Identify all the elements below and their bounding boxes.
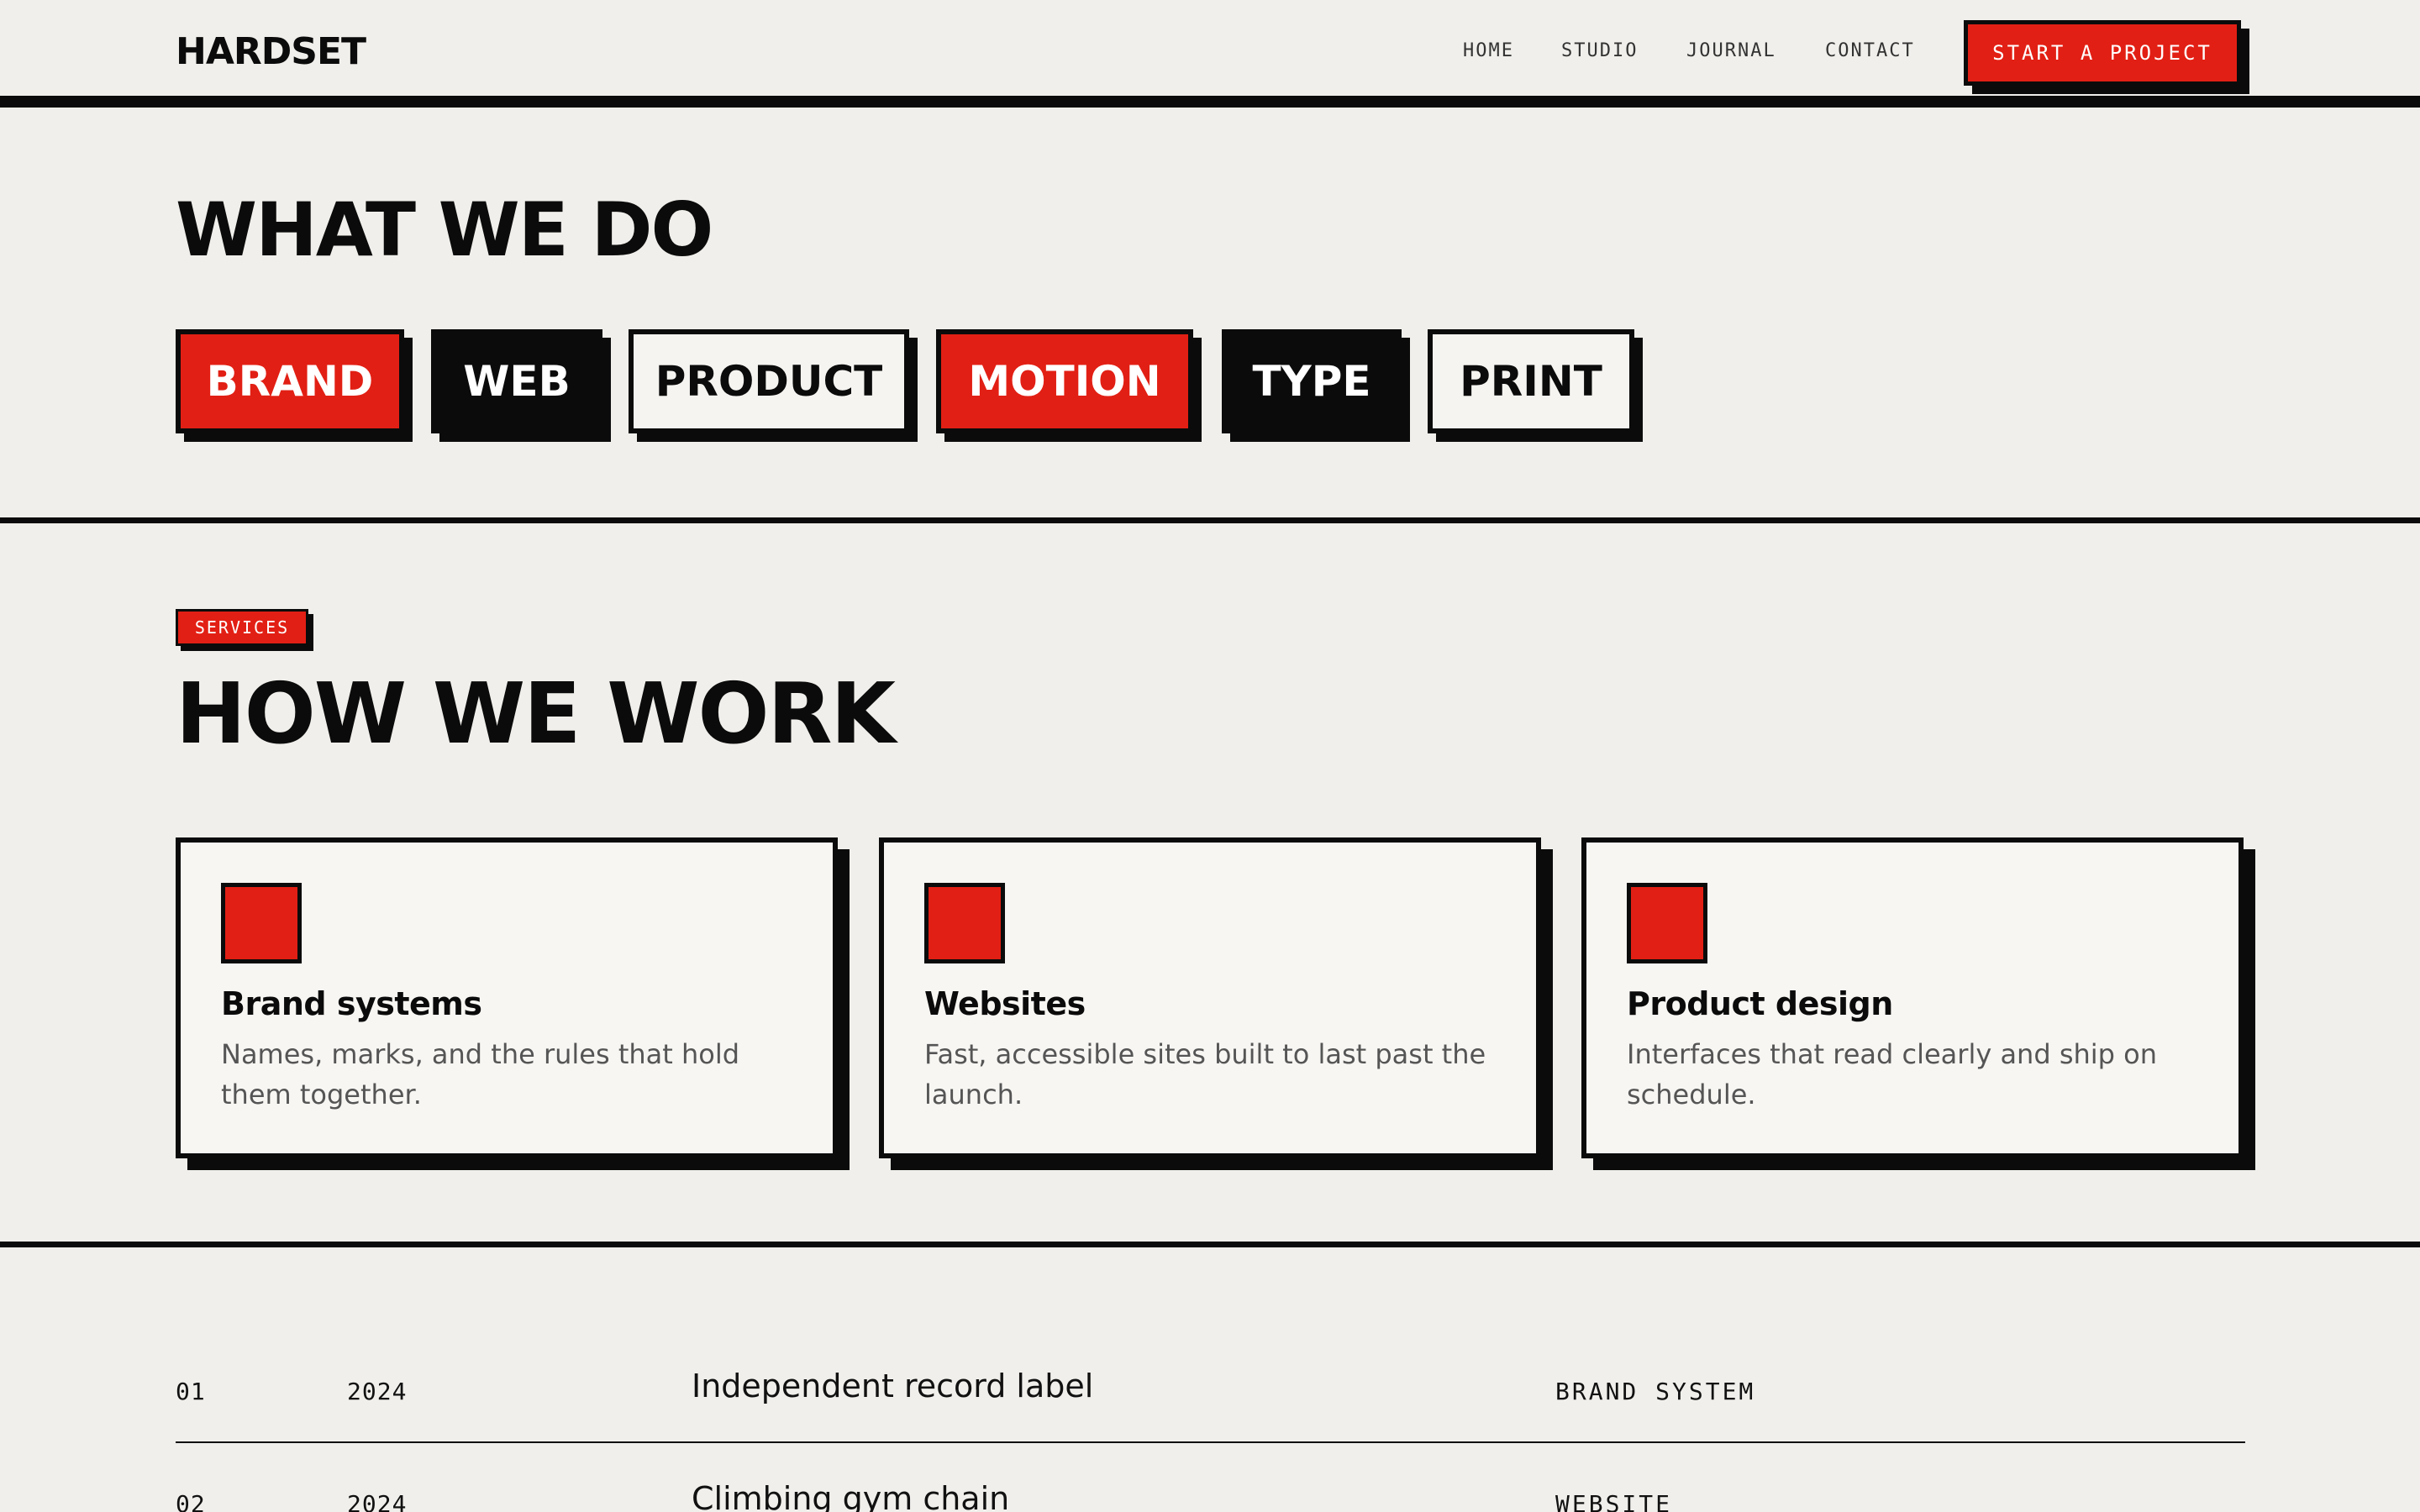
service-card-product[interactable]: Product design Interfaces that read clea…: [1581, 837, 2244, 1158]
card-description: Interfaces that read clearly and ship on…: [1627, 1038, 2157, 1110]
nav-journal[interactable]: JOURNAL: [1686, 40, 1776, 61]
card-title: Product design: [1627, 985, 1893, 1022]
service-card-brand[interactable]: Brand systems Names, marks, and the rule…: [176, 837, 838, 1158]
chip-web[interactable]: WEB: [431, 329, 602, 433]
card-description: Fast, accessible sites built to last pas…: [924, 1038, 1486, 1110]
chip-brand[interactable]: BRAND: [176, 329, 404, 433]
project-number: 02: [176, 1490, 206, 1512]
project-name: Independent record label: [692, 1368, 1094, 1404]
start-project-button[interactable]: START A PROJECT: [1964, 20, 2241, 86]
project-type: WEBSITE: [1555, 1490, 1673, 1512]
project-type: BRAND SYSTEM: [1555, 1378, 1756, 1405]
card-title: Brand systems: [221, 985, 482, 1022]
services-tag: SERVICES: [176, 609, 308, 646]
square-icon: [221, 883, 302, 963]
project-number: 01: [176, 1378, 206, 1405]
chip-product[interactable]: PRODUCT: [629, 329, 909, 433]
services-section: SERVICES HOW WE WORK Brand systems Names…: [0, 523, 2420, 1247]
nav-studio[interactable]: STUDIO: [1561, 40, 1638, 61]
what-we-do-title: WHAT WE DO: [176, 186, 713, 273]
project-name: Climbing gym chain: [692, 1480, 1010, 1512]
project-year: 2024: [347, 1378, 408, 1405]
chip-motion[interactable]: MOTION: [936, 329, 1193, 433]
nav-contact[interactable]: CONTACT: [1825, 40, 1915, 61]
chip-type[interactable]: TYPE: [1222, 329, 1402, 433]
square-icon: [924, 883, 1005, 963]
project-row[interactable]: 01 2024 Independent record label BRAND S…: [176, 1331, 2245, 1443]
card-description: Names, marks, and the rules that hold th…: [221, 1038, 740, 1110]
what-we-do-section: WHAT WE DO BRAND WEB PRODUCT MOTION TYPE…: [0, 119, 2420, 523]
card-title: Websites: [924, 985, 1086, 1022]
service-card-websites[interactable]: Websites Fast, accessible sites built to…: [879, 837, 1541, 1158]
project-year: 2024: [347, 1490, 408, 1512]
nav-home[interactable]: HOME: [1463, 40, 1514, 61]
square-icon: [1627, 883, 1707, 963]
chip-print[interactable]: PRINT: [1428, 329, 1634, 433]
site-header: HARDSET HOME STUDIO JOURNAL CONTACT STAR…: [0, 0, 2420, 108]
logo[interactable]: HARDSET: [176, 30, 366, 73]
project-row[interactable]: 02 2024 Climbing gym chain WEBSITE: [176, 1443, 2245, 1512]
how-we-work-title: HOW WE WORK: [176, 664, 896, 763]
